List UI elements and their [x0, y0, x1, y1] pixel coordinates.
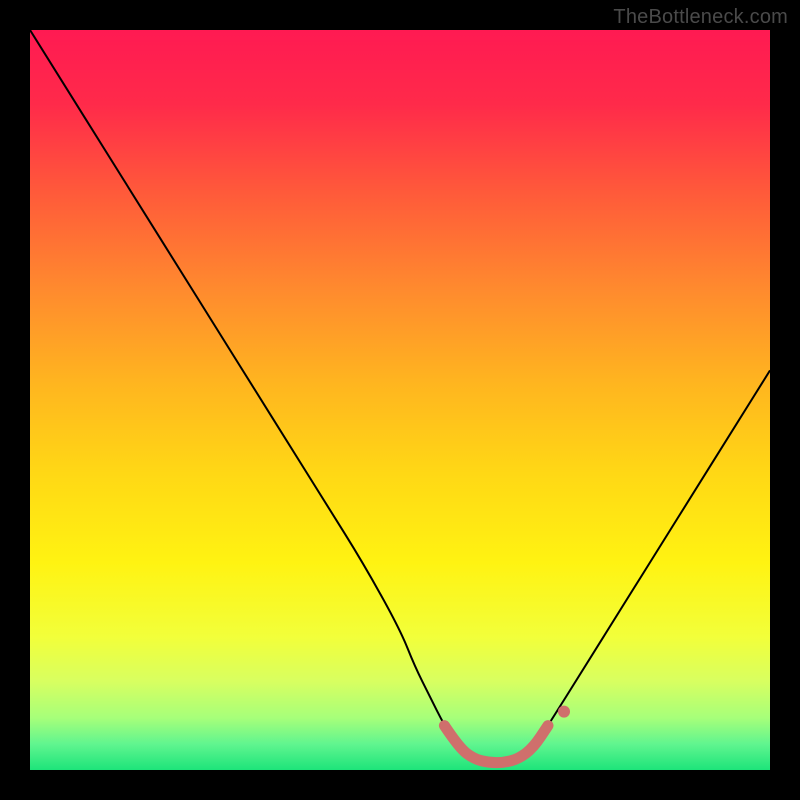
chart-svg: [30, 30, 770, 770]
gradient-background: [30, 30, 770, 770]
watermark-text: TheBottleneck.com: [613, 6, 788, 29]
highlight-end-dot: [558, 706, 570, 718]
chart-stage: TheBottleneck.com: [0, 0, 800, 800]
plot-area: [30, 30, 770, 770]
